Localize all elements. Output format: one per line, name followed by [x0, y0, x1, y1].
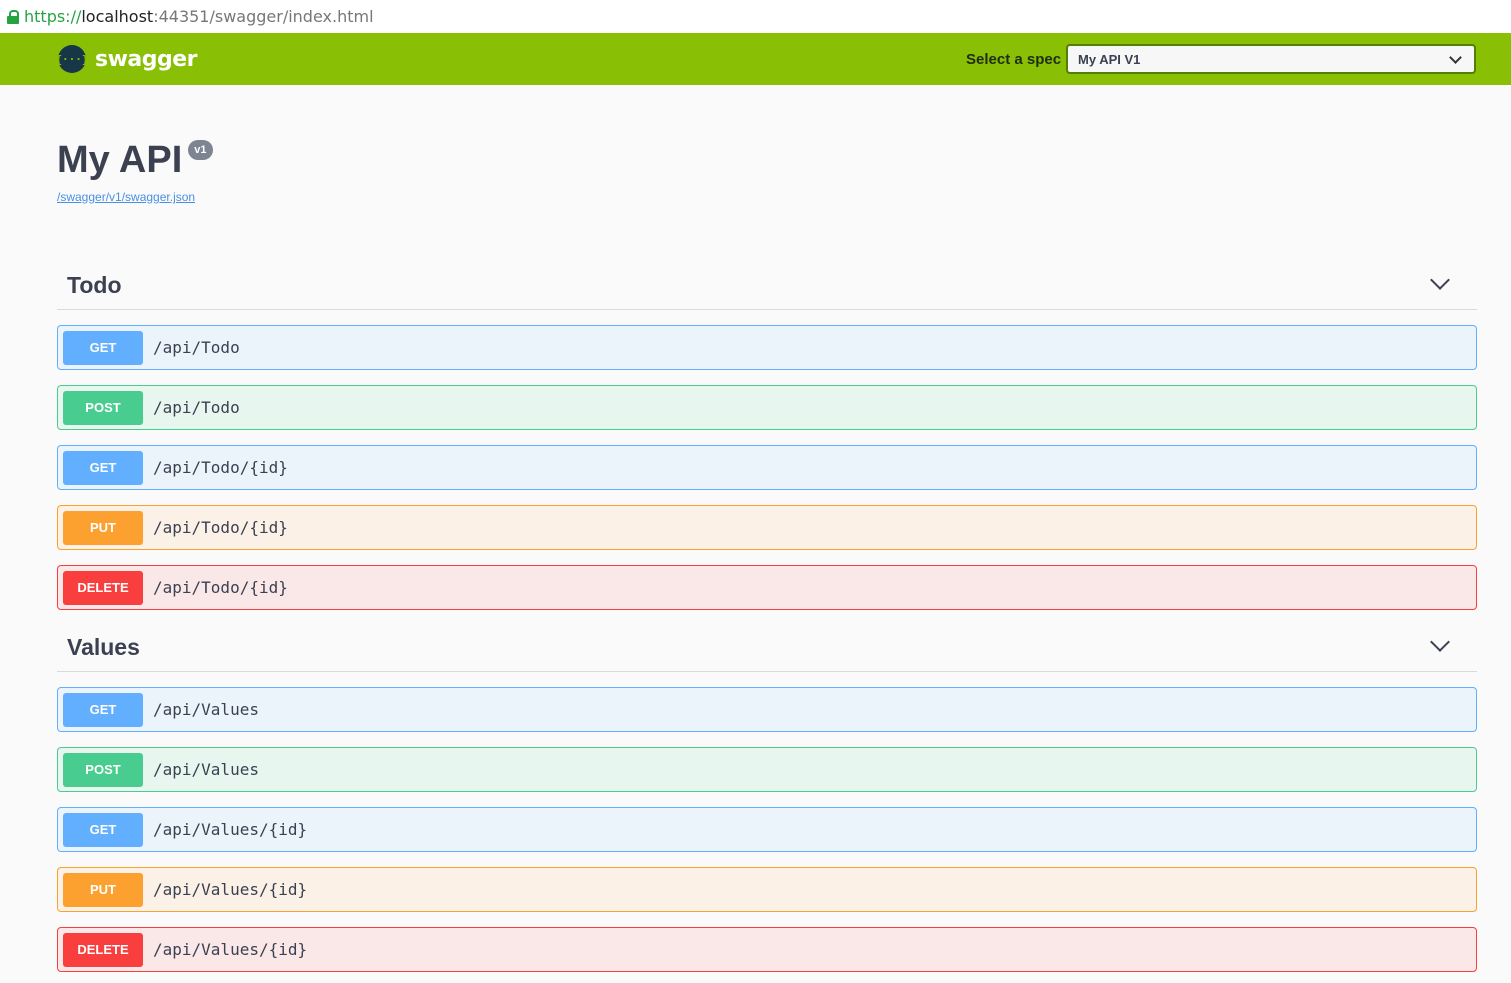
- operation-path: /api/Todo/{id}: [153, 458, 288, 477]
- url-scheme: https://: [24, 7, 82, 26]
- swagger-logo[interactable]: {···} swagger: [55, 45, 198, 73]
- operation-row[interactable]: PUT /api/Todo/{id}: [57, 505, 1477, 550]
- operation-path: /api/Values: [153, 700, 259, 719]
- operation-row[interactable]: GET /api/Todo/{id}: [57, 445, 1477, 490]
- swagger-logo-icon: {···}: [55, 45, 89, 73]
- method-badge: DELETE: [63, 570, 143, 605]
- operation-row[interactable]: DELETE /api/Todo/{id}: [57, 565, 1477, 610]
- method-badge: GET: [63, 692, 143, 727]
- tag-header-values[interactable]: Values: [57, 620, 1477, 672]
- swagger-topbar: {···} swagger Select a spec My API V1: [0, 33, 1511, 85]
- operation-path: /api/Values/{id}: [153, 940, 308, 959]
- operation-path: /api/Todo/{id}: [153, 518, 288, 537]
- chevron-down-icon[interactable]: [1430, 270, 1450, 290]
- operation-path: /api/Todo: [153, 338, 240, 357]
- select-spec-label: Select a spec: [966, 51, 1062, 68]
- operation-row[interactable]: GET /api/Values/{id}: [57, 807, 1477, 852]
- lock-icon: [7, 9, 19, 24]
- operation-row[interactable]: PUT /api/Values/{id}: [57, 867, 1477, 912]
- address-bar[interactable]: https:// localhost :44351/swagger/index.…: [0, 0, 1511, 33]
- method-badge: GET: [63, 812, 143, 847]
- method-badge: DELETE: [63, 932, 143, 967]
- spec-select-value: My API V1: [1078, 51, 1141, 67]
- swagger-logo-text: swagger: [95, 46, 198, 72]
- url-host: localhost: [81, 7, 154, 26]
- method-badge: POST: [63, 390, 143, 425]
- operation-row[interactable]: DELETE /api/Values/{id}: [57, 927, 1477, 972]
- operation-row[interactable]: GET /api/Values: [57, 687, 1477, 732]
- method-badge: PUT: [63, 510, 143, 545]
- api-info: My API v1: [57, 138, 213, 182]
- url-path: :44351/swagger/index.html: [153, 7, 374, 26]
- tag-section-todo: Todo GET /api/Todo POST /api/Todo GET /a…: [57, 258, 1477, 610]
- operation-path: /api/Todo/{id}: [153, 578, 288, 597]
- tag-section-values: Values GET /api/Values POST /api/Values …: [57, 620, 1477, 972]
- operation-path: /api/Values: [153, 760, 259, 779]
- operation-path: /api/Values/{id}: [153, 880, 308, 899]
- operation-path: /api/Todo: [153, 398, 240, 417]
- method-badge: GET: [63, 330, 143, 365]
- method-badge: POST: [63, 752, 143, 787]
- tag-header-todo[interactable]: Todo: [57, 258, 1477, 310]
- chevron-down-icon: [1449, 51, 1462, 64]
- operation-row[interactable]: GET /api/Todo: [57, 325, 1477, 370]
- operation-path: /api/Values/{id}: [153, 820, 308, 839]
- tag-title: Todo: [67, 272, 122, 298]
- page-title: My API: [57, 139, 183, 181]
- spec-select-dropdown[interactable]: My API V1: [1066, 44, 1476, 74]
- operation-row[interactable]: POST /api/Todo: [57, 385, 1477, 430]
- spec-json-link[interactable]: /swagger/v1/swagger.json: [57, 190, 195, 204]
- chevron-down-icon[interactable]: [1430, 632, 1450, 652]
- method-badge: PUT: [63, 872, 143, 907]
- tag-title: Values: [67, 634, 140, 660]
- version-badge: v1: [188, 140, 213, 160]
- operation-row[interactable]: POST /api/Values: [57, 747, 1477, 792]
- method-badge: GET: [63, 450, 143, 485]
